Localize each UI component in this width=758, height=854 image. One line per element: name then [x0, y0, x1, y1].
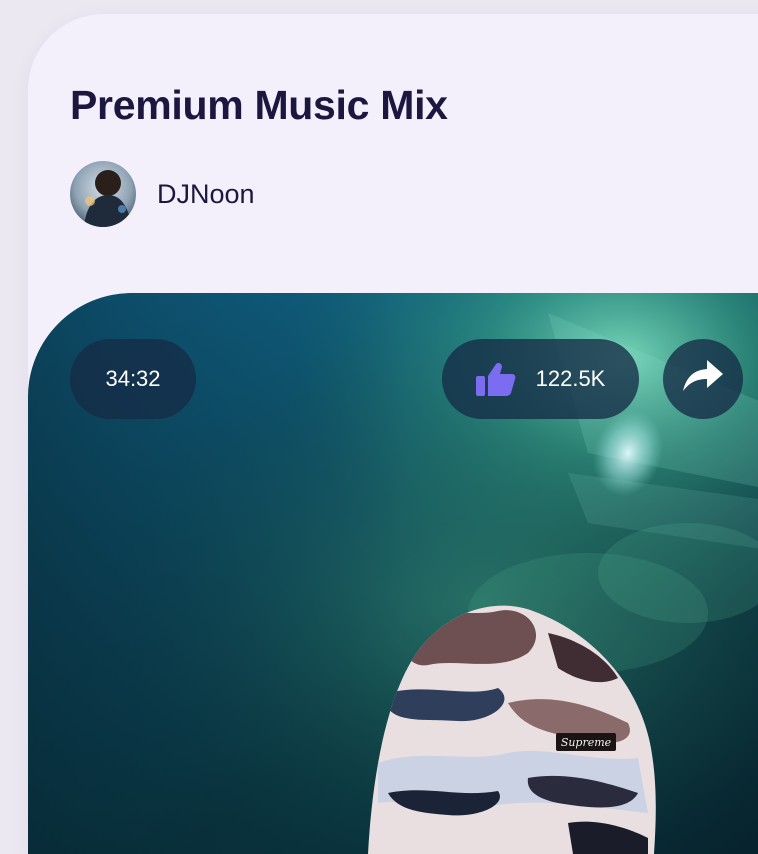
- mix-thumbnail[interactable]: Supreme 34:32 122.5K: [28, 293, 758, 854]
- mix-card: Premium Music Mix DJNoon Supreme 34:32 1…: [28, 14, 758, 854]
- share-arrow-icon: [683, 360, 723, 398]
- duration-badge: 34:32: [70, 339, 196, 419]
- duration-text: 34:32: [105, 366, 161, 391]
- author-row[interactable]: DJNoon: [70, 161, 255, 227]
- like-button[interactable]: 122.5K: [442, 339, 639, 419]
- author-name[interactable]: DJNoon: [157, 179, 255, 210]
- like-count: 122.5K: [535, 366, 606, 391]
- mix-title: Premium Music Mix: [70, 82, 448, 128]
- avatar-image: [70, 161, 136, 227]
- hat-label-text: Supreme: [561, 736, 612, 749]
- thumbs-up-icon: [475, 362, 516, 396]
- share-button[interactable]: [663, 339, 743, 419]
- author-avatar[interactable]: [70, 161, 136, 227]
